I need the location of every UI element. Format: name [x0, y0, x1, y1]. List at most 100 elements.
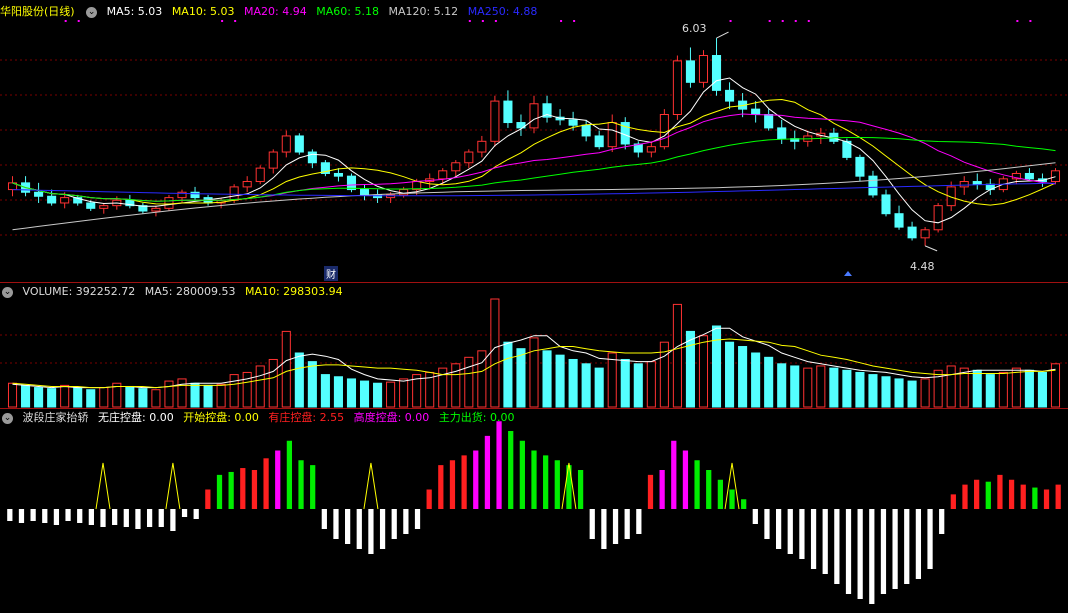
- volume-bar: [203, 384, 213, 408]
- volume-bar: [229, 374, 239, 408]
- volume-bar: [842, 369, 852, 408]
- candle: [490, 100, 500, 142]
- indicator-bar: [624, 509, 630, 539]
- volume-bar: [490, 298, 500, 408]
- candle: [777, 127, 787, 140]
- volume-bar: [60, 384, 70, 408]
- volume-bar: [672, 303, 682, 408]
- indicator-bar: [158, 509, 164, 527]
- start-control-signal: [363, 462, 379, 510]
- candle: [86, 202, 96, 209]
- indicator-bar: [77, 509, 83, 523]
- indicator-bar: [333, 509, 339, 539]
- signal-dot: [573, 20, 576, 22]
- volume-bar: [34, 387, 44, 408]
- indicator-bar: [146, 509, 153, 527]
- collapse-icon[interactable]: ⌄: [2, 412, 13, 424]
- indicator-chart[interactable]: [0, 409, 1068, 613]
- volume-bar: [855, 371, 865, 408]
- indicator-bar: [834, 509, 840, 584]
- volume-bar: [711, 325, 722, 408]
- indicator-bar: [566, 465, 572, 509]
- high-pointer: [716, 31, 729, 39]
- volume-bar: [998, 371, 1008, 408]
- indicator-bar: [799, 509, 805, 559]
- volume-bar: [881, 376, 891, 408]
- volume-legend: ⌄ VOLUME: 392252.72 MA5: 280009.53 MA10:…: [0, 283, 349, 301]
- volume-bar: [164, 380, 174, 408]
- no-control-label: 无庄控盘: 0.00: [98, 411, 174, 424]
- vol-ma10-label: MA10: 298303.94: [244, 285, 343, 298]
- indicator-bar: [869, 509, 875, 604]
- volume-bar: [333, 376, 343, 408]
- indicator-bar: [379, 509, 386, 549]
- indicator-bar: [1055, 484, 1061, 509]
- finance-marker[interactable]: 财: [324, 266, 338, 281]
- volume-bar: [216, 383, 226, 408]
- candle: [190, 191, 200, 199]
- candle: [855, 156, 865, 177]
- vol-ma5-label: MA5: 280009.53: [144, 285, 236, 298]
- indicator-bar: [543, 455, 549, 509]
- candle: [34, 191, 44, 197]
- indicator-bar: [974, 479, 980, 509]
- volume-bar: [294, 352, 304, 408]
- candle: [255, 167, 265, 183]
- candle: [751, 108, 761, 115]
- volume-bar: [190, 382, 200, 408]
- indicator-bar: [927, 509, 933, 569]
- indicator-bar: [682, 450, 689, 509]
- indicator-bar: [892, 509, 898, 589]
- indicator-bar: [193, 509, 199, 519]
- volume-bar: [242, 371, 252, 408]
- volume-bar: [751, 352, 761, 408]
- indicator-bar: [484, 435, 491, 509]
- volume-bar: [464, 356, 474, 408]
- volume-bar: [933, 369, 943, 408]
- volume-bar: [386, 381, 396, 408]
- indicator-bar: [240, 468, 246, 509]
- volume-bar: [1024, 369, 1034, 408]
- price-legend: 华阳股份(日线) ⌄ MA5: 5.03 MA10: 5.03 MA20: 4.…: [0, 3, 543, 21]
- collapse-icon[interactable]: ⌄: [2, 286, 13, 298]
- candle: [307, 151, 317, 164]
- ma60-label: MA60: 5.18: [316, 5, 379, 18]
- ma5-label: MA5: 5.03: [106, 5, 163, 18]
- candle: [477, 140, 487, 153]
- indicator-bar: [775, 509, 782, 549]
- volume-bar: [972, 369, 982, 408]
- indicator-bar: [112, 509, 118, 525]
- ma250-label: MA250: 4.88: [467, 5, 538, 18]
- indicator-bar: [345, 509, 351, 544]
- indicator-bar: [251, 470, 258, 509]
- candle: [47, 195, 57, 204]
- volume-bar: [281, 330, 291, 408]
- start-control-label: 开始控盘: 0.00: [183, 411, 259, 424]
- volume-bar: [151, 389, 161, 408]
- low-pointer: [924, 245, 938, 252]
- indicator-bar: [764, 509, 770, 539]
- collapse-icon[interactable]: ⌄: [86, 6, 98, 18]
- volume-bar: [985, 374, 995, 408]
- indicator-bar: [461, 455, 467, 509]
- indicator-bar: [403, 509, 409, 534]
- volume-chart[interactable]: [0, 283, 1068, 408]
- candle: [268, 151, 278, 169]
- indicator-bar: [508, 431, 514, 509]
- volume-bar: [503, 341, 513, 408]
- indicator-bar: [915, 509, 922, 579]
- indicator-bar: [181, 509, 188, 517]
- indicator-bar: [228, 471, 234, 509]
- candlestick-chart[interactable]: [0, 0, 1068, 282]
- volume-panel: ⌄ VOLUME: 392252.72 MA5: 280009.53 MA10:…: [0, 283, 1068, 408]
- candle: [242, 181, 252, 188]
- volume-bar: [555, 354, 565, 408]
- indicator-bar: [286, 440, 293, 509]
- indicator-bar: [612, 509, 619, 544]
- signal-dot: [807, 20, 810, 22]
- indicator-legend: ⌄ 波段庄家抬轿 无庄控盘: 0.00 开始控盘: 0.00 有庄控盘: 2.5…: [0, 409, 521, 427]
- indicator-bar: [671, 440, 677, 509]
- candle: [333, 172, 343, 177]
- indicator-bar: [100, 509, 106, 527]
- start-control-signal: [165, 462, 181, 510]
